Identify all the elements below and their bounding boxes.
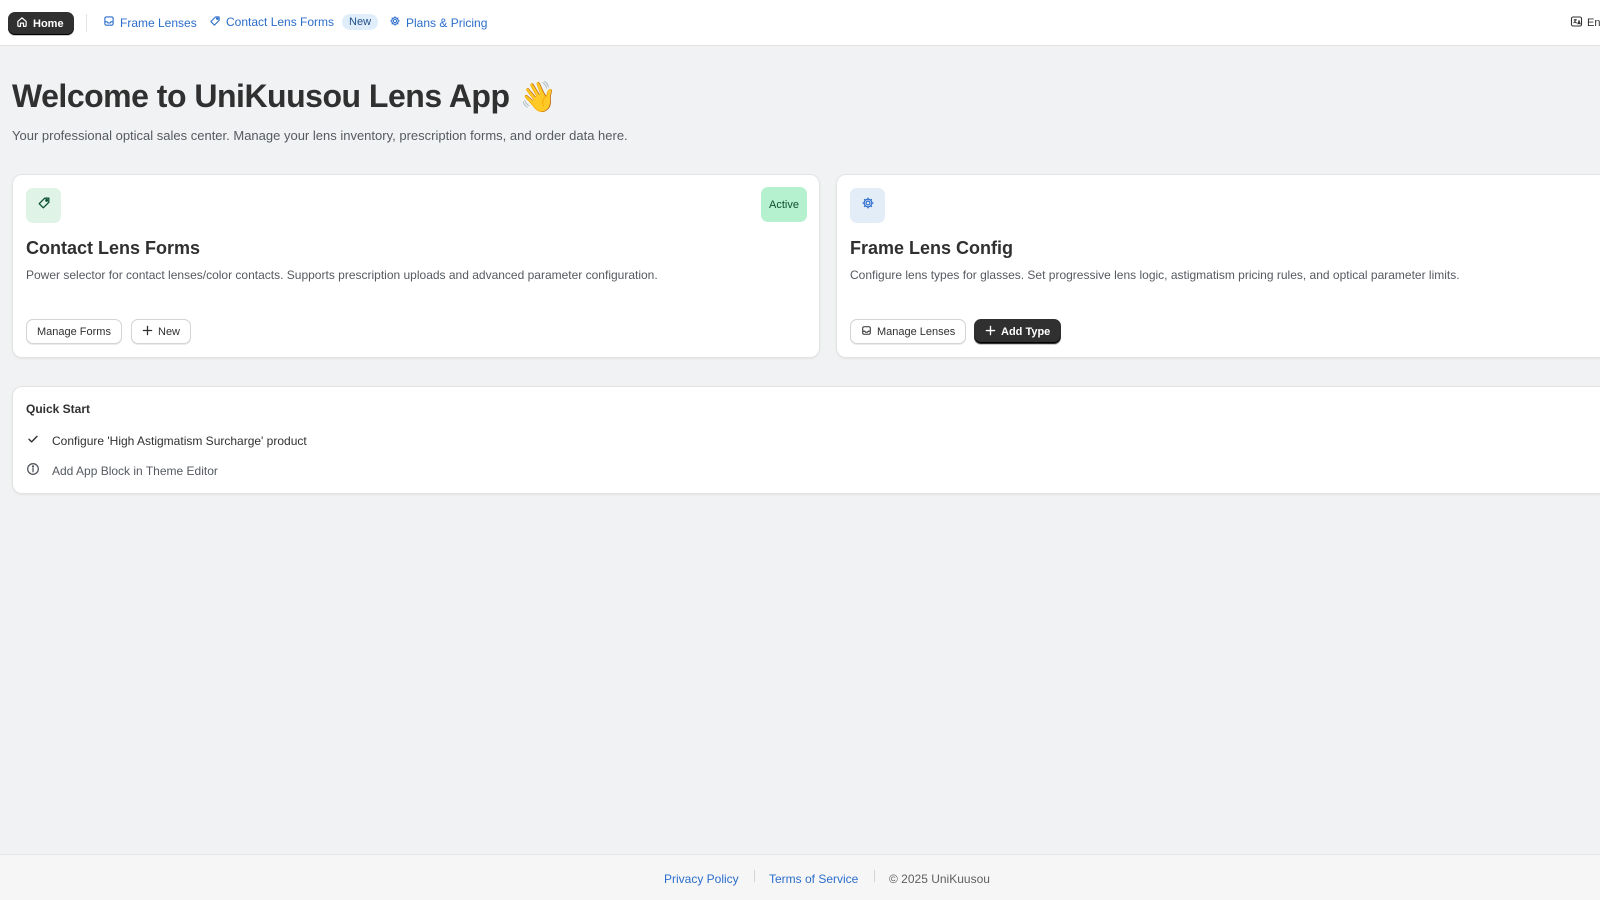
language-icon xyxy=(1570,15,1583,31)
page-subtitle: Your professional optical sales center. … xyxy=(12,128,628,143)
inbox-icon xyxy=(861,325,872,339)
footer-divider xyxy=(874,870,875,882)
card-description: Power selector for contact lenses/color … xyxy=(26,268,658,282)
top-navigation: Home Frame Lenses Contact Lens Forms New… xyxy=(0,0,1600,46)
home-label: Home xyxy=(33,17,64,30)
plus-icon xyxy=(142,325,153,339)
card-icon-box xyxy=(26,188,61,223)
card-icon-box xyxy=(850,188,885,223)
footer: Privacy Policy Terms of Service © 2025 U… xyxy=(0,854,1600,900)
check-icon xyxy=(26,432,40,449)
privacy-policy-link[interactable]: Privacy Policy xyxy=(664,872,739,886)
quick-start-item-done[interactable]: Configure 'High Astigmatism Surcharge' p… xyxy=(26,432,307,449)
page-title: Welcome to UniKuusou Lens App 👋 xyxy=(12,78,557,115)
tag-icon xyxy=(37,196,51,215)
quick-start-item-pending[interactable]: Add App Block in Theme Editor xyxy=(26,462,218,479)
tag-icon xyxy=(209,15,221,30)
contact-lens-forms-card: Active Contact Lens Forms Power selector… xyxy=(12,174,820,358)
quick-start-card: Quick Start Configure 'High Astigmatism … xyxy=(12,386,1600,494)
nav-link-contact-lens-forms[interactable]: Contact Lens Forms New xyxy=(209,14,379,30)
button-label: Add Type xyxy=(1001,325,1051,338)
card-title: Frame Lens Config xyxy=(850,238,1014,258)
inbox-icon xyxy=(103,15,115,30)
manage-lenses-button[interactable]: Manage Lenses xyxy=(850,319,967,344)
page-title-text: Welcome to UniKuusou Lens App xyxy=(12,78,510,114)
info-icon xyxy=(26,462,40,479)
add-type-button[interactable]: Add Type xyxy=(974,319,1062,344)
quick-start-item-label: Configure 'High Astigmatism Surcharge' p… xyxy=(52,433,307,448)
nav-divider xyxy=(86,14,87,32)
quick-start-title: Quick Start xyxy=(26,402,91,416)
home-icon xyxy=(16,16,28,31)
plus-icon xyxy=(985,325,996,339)
gear-icon xyxy=(861,196,875,215)
status-badge: Active xyxy=(761,187,807,222)
card-title: Contact Lens Forms xyxy=(26,238,201,258)
new-form-button[interactable]: New xyxy=(131,319,192,344)
home-button[interactable]: Home xyxy=(8,12,74,35)
button-label: New xyxy=(158,325,181,338)
language-selector[interactable]: En xyxy=(1570,15,1600,31)
nav-link-label: Frame Lenses xyxy=(120,15,197,30)
gear-icon xyxy=(389,15,401,30)
new-badge: New xyxy=(342,14,379,30)
nav-link-plans-pricing[interactable]: Plans & Pricing xyxy=(389,15,487,30)
nav-link-frame-lenses[interactable]: Frame Lenses xyxy=(103,15,197,30)
wave-emoji: 👋 xyxy=(519,81,557,114)
button-label: Manage Lenses xyxy=(877,325,956,338)
manage-forms-button[interactable]: Manage Forms xyxy=(26,319,122,344)
footer-divider xyxy=(754,870,755,882)
card-description: Configure lens types for glasses. Set pr… xyxy=(850,268,1460,282)
nav-link-label: Plans & Pricing xyxy=(406,15,488,30)
quick-start-item-label: Add App Block in Theme Editor xyxy=(52,463,218,478)
frame-lens-config-card: Frame Lens Config Configure lens types f… xyxy=(836,174,1600,358)
terms-of-service-link[interactable]: Terms of Service xyxy=(769,872,858,886)
nav-link-label: Contact Lens Forms xyxy=(226,15,335,29)
language-label: En xyxy=(1587,17,1600,29)
copyright-text: © 2025 UniKuusou xyxy=(889,872,990,886)
button-label: Manage Forms xyxy=(37,325,111,338)
